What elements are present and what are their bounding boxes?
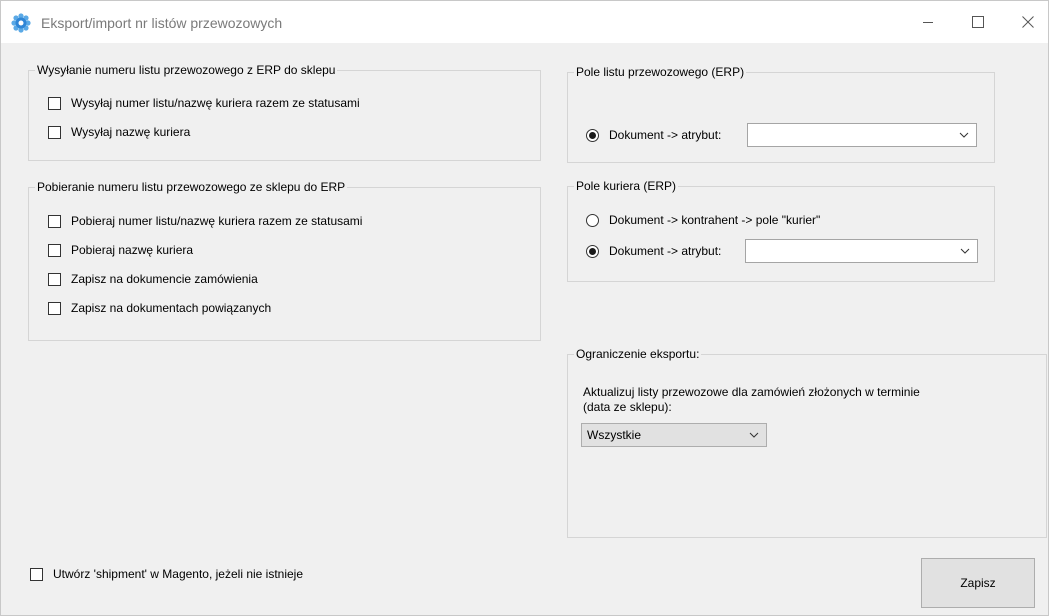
chevron-down-icon	[959, 132, 969, 138]
send-group: Wysyłanie numeru listu przewozowego z ER…	[28, 63, 541, 161]
radio-button[interactable]	[586, 244, 599, 258]
courier-field-group: Pole kuriera (ERP)	[567, 179, 995, 282]
gear-icon	[11, 13, 31, 33]
export-limit-legend: Ograniczenie eksportu:	[576, 347, 700, 361]
courier-attribute-radio[interactable]: Dokument -> atrybut:	[586, 244, 721, 258]
waybill-attribute-radio[interactable]: Dokument -> atrybut:	[586, 128, 721, 142]
courier-field-legend: Pole kuriera (ERP)	[576, 179, 677, 193]
close-button[interactable]	[1005, 1, 1049, 43]
fetch-courier-checkbox[interactable]: Pobieraj nazwę kuriera	[48, 243, 193, 257]
waybill-field-group: Pole listu przewozowego (ERP)	[567, 65, 995, 163]
courier-attribute-select[interactable]	[745, 239, 978, 263]
checkbox-label: Utwórz 'shipment' w Magento, jeżeli nie …	[53, 567, 304, 581]
dialog-window: Eksport/import nr listów przewozowych Wy…	[0, 0, 1049, 616]
radio-label: Dokument -> atrybut:	[609, 244, 722, 258]
waybill-field-legend: Pole listu przewozowego (ERP)	[576, 65, 745, 79]
checkbox-box[interactable]	[48, 214, 61, 228]
fetch-group-legend: Pobieranie numeru listu przewozowego ze …	[37, 180, 346, 194]
checkbox-box[interactable]	[30, 567, 43, 581]
send-status-checkbox[interactable]: Wysyłaj numer listu/nazwę kuriera razem …	[48, 96, 360, 110]
send-courier-checkbox[interactable]: Wysyłaj nazwę kuriera	[48, 125, 190, 139]
radio-button[interactable]	[586, 213, 599, 227]
radio-label: Dokument -> kontrahent -> pole "kurier"	[609, 213, 821, 227]
minimize-button[interactable]	[905, 1, 951, 43]
create-shipment-checkbox[interactable]: Utwórz 'shipment' w Magento, jeżeli nie …	[30, 567, 303, 581]
description-line: (data ze sklepu):	[583, 400, 672, 414]
select-value: Wszystkie	[587, 428, 641, 442]
checkbox-box[interactable]	[48, 301, 61, 315]
close-icon	[1022, 16, 1034, 28]
courier-contractor-radio[interactable]: Dokument -> kontrahent -> pole "kurier"	[586, 213, 820, 227]
description-line: Aktualizuj listy przewozowe dla zamówień…	[583, 385, 920, 399]
chevron-down-icon	[960, 248, 970, 254]
checkbox-label: Wysyłaj numer listu/nazwę kuriera razem …	[71, 96, 360, 110]
waybill-attribute-select[interactable]	[747, 123, 977, 147]
checkbox-box[interactable]	[48, 96, 61, 110]
save-related-documents-checkbox[interactable]: Zapisz na dokumentach powiązanych	[48, 301, 271, 315]
checkbox-label: Zapisz na dokumencie zamówienia	[71, 272, 258, 286]
export-limit-description: Aktualizuj listy przewozowe dla zamówień…	[583, 385, 920, 415]
checkbox-box[interactable]	[48, 243, 61, 257]
checkbox-box[interactable]	[48, 272, 61, 286]
window-title: Eksport/import nr listów przewozowych	[41, 15, 283, 31]
maximize-button[interactable]	[955, 1, 1001, 43]
radio-button[interactable]	[586, 128, 599, 142]
save-button[interactable]: Zapisz	[921, 558, 1035, 608]
date-range-select[interactable]: Wszystkie	[581, 423, 767, 447]
fetch-group: Pobieranie numeru listu przewozowego ze …	[28, 180, 541, 341]
maximize-icon	[972, 16, 984, 28]
minimize-icon	[923, 22, 933, 23]
save-order-document-checkbox[interactable]: Zapisz na dokumencie zamówienia	[48, 272, 258, 286]
title-bar: Eksport/import nr listów przewozowych	[1, 1, 1048, 43]
checkbox-label: Pobieraj numer listu/nazwę kuriera razem…	[71, 214, 363, 228]
checkbox-label: Pobieraj nazwę kuriera	[71, 243, 194, 257]
chevron-down-icon	[749, 432, 759, 438]
checkbox-label: Wysyłaj nazwę kuriera	[71, 125, 191, 139]
fetch-status-checkbox[interactable]: Pobieraj numer listu/nazwę kuriera razem…	[48, 214, 362, 228]
checkbox-box[interactable]	[48, 125, 61, 139]
radio-label: Dokument -> atrybut:	[609, 128, 722, 142]
send-group-legend: Wysyłanie numeru listu przewozowego z ER…	[37, 63, 336, 77]
checkbox-label: Zapisz na dokumentach powiązanych	[71, 301, 272, 315]
